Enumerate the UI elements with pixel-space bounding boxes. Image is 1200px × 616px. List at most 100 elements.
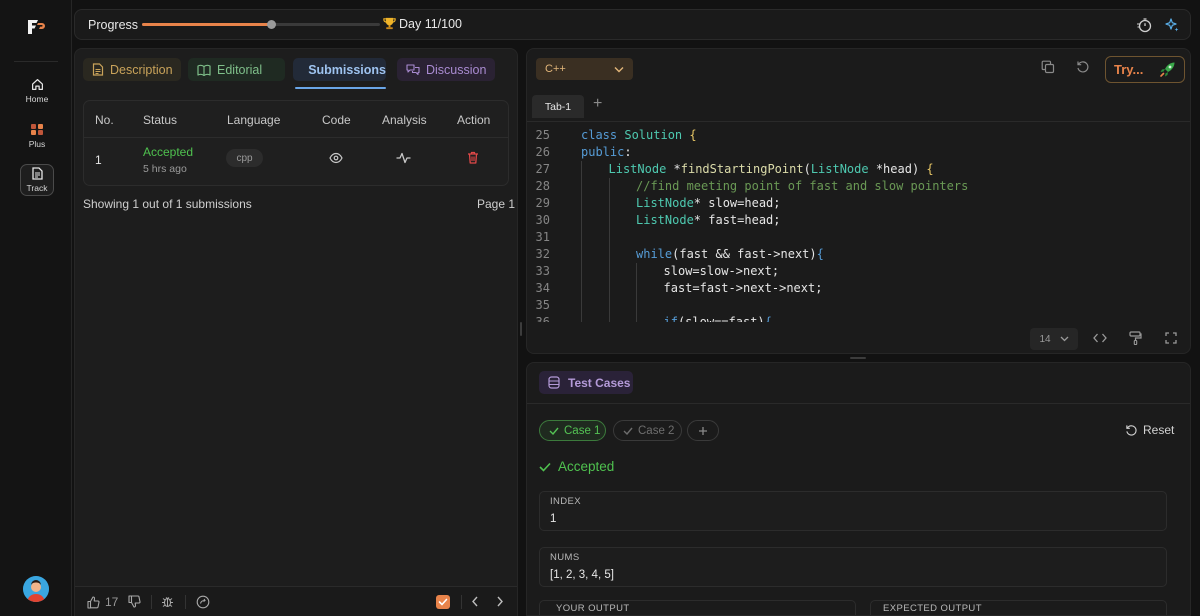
indent-guide [581, 212, 582, 229]
delete-trash-icon[interactable] [467, 151, 479, 164]
code-line[interactable]: 30 ListNode* fast=head; [527, 212, 1190, 229]
indent-guide [581, 263, 582, 280]
indent-guide [608, 195, 610, 212]
code-text: fast=fast->next->next; [663, 281, 823, 295]
output-label: YOUR OUTPUT [556, 603, 630, 614]
next-chevron-icon[interactable] [496, 596, 504, 607]
sidebar-item-track[interactable]: Track [20, 164, 54, 196]
tab-submissions[interactable]: Submissions [293, 58, 386, 81]
case-tab-1[interactable]: Case 1 [539, 420, 606, 441]
tab-label: Submissions [308, 62, 386, 77]
code-line[interactable]: 29 ListNode* slow=head; [527, 195, 1190, 212]
previous-chevron-icon[interactable] [471, 596, 479, 607]
field-value: 1 [550, 513, 557, 525]
tab-editorial[interactable]: Editorial [188, 58, 285, 81]
timer-icon[interactable] [1136, 17, 1152, 33]
code-line[interactable]: 26 public: [527, 144, 1190, 161]
sparkle-ai-icon[interactable] [1164, 17, 1180, 33]
column-header: Analysis [382, 113, 427, 127]
progress-slider[interactable] [142, 20, 380, 29]
check-icon [549, 427, 559, 435]
editor-resize-handle[interactable] [850, 357, 866, 359]
plus-icon [699, 426, 707, 435]
tab-test-cases[interactable]: Test Cases [539, 371, 633, 394]
indent-guide [608, 178, 610, 195]
code-editor-panel: C++ Try... Tab-1 + 25 class Solution { 26 p… [526, 48, 1191, 354]
analysis-activity-icon[interactable] [396, 152, 411, 164]
add-case-button[interactable] [687, 420, 719, 441]
column-header: Code [322, 113, 351, 127]
document-icon [92, 63, 104, 76]
line-number: 31 [535, 230, 550, 244]
code-line[interactable]: 32 while(fast && fast->next){ [527, 246, 1190, 263]
column-header: No. [95, 113, 114, 127]
code-text: if(slow==fast){ [663, 315, 772, 322]
code-area[interactable]: 25 class Solution { 26 public: 27 ListNode *f… [527, 127, 1190, 322]
indent-guide [608, 229, 610, 246]
tab-discussion[interactable]: Discussion [397, 58, 495, 81]
indent-guide [636, 297, 637, 314]
app-logo-icon[interactable] [26, 17, 48, 37]
field-label: INDEX [550, 496, 582, 507]
copy-icon[interactable] [1041, 60, 1055, 74]
font-size-select[interactable]: 14 [1030, 328, 1078, 350]
bookmark-checkbox[interactable] [436, 595, 450, 609]
line-number: 34 [535, 281, 550, 295]
document-icon [31, 167, 43, 180]
code-line[interactable]: 34 fast=fast->next->next; [527, 280, 1190, 297]
reset-button[interactable]: Reset [1125, 423, 1174, 437]
language-select[interactable]: C++ [536, 58, 633, 80]
code-line[interactable]: 31 [527, 229, 1190, 246]
code-line[interactable]: 35 [527, 297, 1190, 314]
tab-label: Description [110, 62, 173, 77]
submission-time: 5 hrs ago [143, 163, 187, 175]
sidebar-item-label: Home [25, 94, 49, 104]
input-field-nums[interactable]: NUMS [1, 2, 3, 4, 5] [539, 547, 1167, 587]
format-paint-roller-icon[interactable] [1129, 331, 1142, 345]
reset-code-icon[interactable] [1076, 60, 1090, 74]
sidebar-item-home[interactable]: Home [20, 74, 54, 108]
code-brackets-icon[interactable] [1093, 332, 1107, 344]
line-number: 25 [535, 128, 550, 142]
sidebar-item-plus[interactable]: Plus [20, 119, 54, 153]
code-line[interactable]: 33 slow=slow->next; [527, 263, 1190, 280]
view-code-eye-icon[interactable] [329, 152, 343, 164]
code-line[interactable]: 27 ListNode *findStartingPoint(ListNode *… [527, 161, 1190, 178]
try-button[interactable]: Try... [1105, 56, 1185, 83]
like-count: 17 [105, 595, 119, 609]
page-indicator: Page 1 [477, 197, 516, 211]
output-label: EXPECTED OUTPUT [883, 603, 982, 614]
fullscreen-icon[interactable] [1165, 332, 1177, 344]
file-tab[interactable]: Tab-1 [532, 95, 584, 118]
status-accepted[interactable]: Accepted [143, 145, 193, 159]
line-number: 36 [535, 315, 550, 322]
input-field-index[interactable]: INDEX 1 [539, 491, 1167, 531]
reset-label: Reset [1143, 423, 1175, 437]
share-icon[interactable] [196, 595, 210, 609]
chevron-down-icon [614, 66, 624, 72]
indent-guide [608, 280, 610, 297]
day-text: Day 11/100 [399, 16, 463, 31]
submissions-count-text: Showing 1 out of 1 submissions [83, 197, 252, 211]
dislike-button[interactable] [128, 595, 141, 608]
panel-resize-handle[interactable] [520, 322, 522, 336]
plus-tier-icon [31, 124, 43, 135]
like-button[interactable]: 17 [87, 595, 118, 609]
code-line[interactable]: 25 class Solution { [527, 127, 1190, 144]
trophy-icon [383, 17, 396, 30]
result-status: Accepted [539, 459, 614, 474]
indent-guide [581, 195, 582, 212]
code-line[interactable]: 28 //find meeting point of fast and slow … [527, 178, 1190, 195]
report-bug-icon[interactable] [161, 595, 174, 608]
tab-label: Discussion [426, 62, 487, 77]
indent-guide [608, 263, 610, 280]
user-avatar[interactable] [23, 576, 49, 602]
code-text: class Solution { [581, 128, 697, 142]
code-line[interactable]: 36 if(slow==fast){ [527, 314, 1190, 322]
progress-knob[interactable] [266, 20, 276, 29]
add-tab-plus-icon[interactable]: + [593, 95, 602, 113]
tab-description[interactable]: Description [83, 58, 181, 81]
indent-guide [581, 246, 582, 263]
code-text: //find meeting point of fast and slow po… [636, 179, 969, 193]
case-tab-2[interactable]: Case 2 [613, 420, 682, 441]
